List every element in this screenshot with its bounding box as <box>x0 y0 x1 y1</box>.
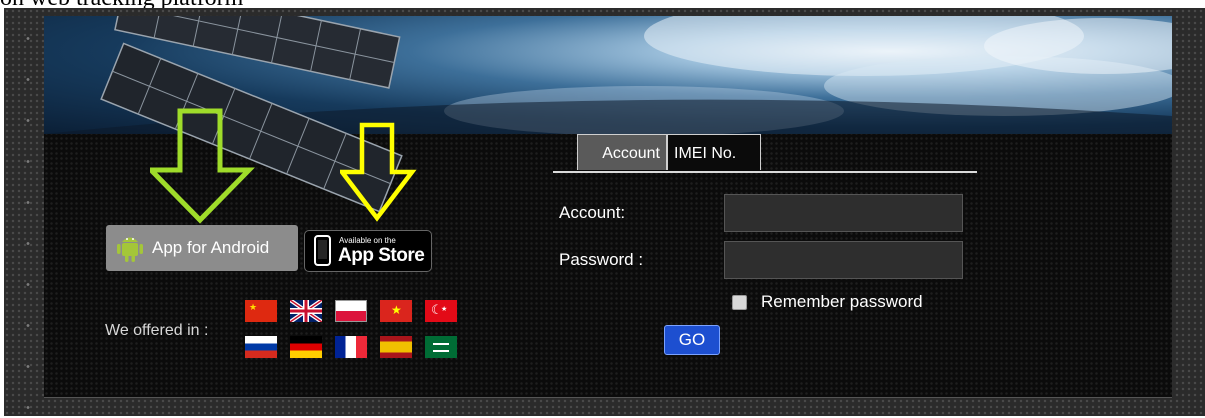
appstore-button[interactable]: Available on the App Store <box>304 230 432 272</box>
android-download-arrow-icon <box>150 108 255 224</box>
account-input[interactable] <box>724 194 963 232</box>
france-flag[interactable] <box>335 336 367 358</box>
android-app-button[interactable]: App for Android <box>106 225 298 271</box>
go-button[interactable]: GO <box>664 325 720 355</box>
china-flag[interactable]: ★ <box>245 300 277 322</box>
tabs-underline <box>553 171 977 173</box>
frame-rivets <box>24 18 32 418</box>
tab-account[interactable]: Account <box>577 134 667 170</box>
spain-flag[interactable] <box>380 336 412 358</box>
android-app-label: App for Android <box>152 238 270 257</box>
saudi-arabia-flag[interactable] <box>425 336 457 358</box>
languages-label: We offered in : <box>105 322 209 339</box>
remember-checkbox[interactable] <box>732 294 747 310</box>
password-label: Password : <box>559 250 644 269</box>
germany-flag[interactable] <box>290 336 322 358</box>
iphone-icon <box>314 235 331 266</box>
login-tabs: Account IMEI No. <box>577 134 761 171</box>
uk-flag[interactable] <box>290 300 322 322</box>
poland-flag[interactable] <box>335 300 367 322</box>
appstore-download-arrow-icon <box>340 122 417 222</box>
tab-imei[interactable]: IMEI No. <box>667 134 761 170</box>
android-robot-icon <box>117 237 143 262</box>
password-input[interactable] <box>724 241 963 279</box>
remember-password[interactable]: Remember password <box>732 292 923 312</box>
turkey-flag[interactable]: ☾ ★ <box>425 300 457 322</box>
russia-flag[interactable] <box>245 336 277 358</box>
remember-label: Remember password <box>761 292 923 311</box>
vietnam-flag[interactable]: ★ <box>380 300 412 322</box>
account-label: Account: <box>559 203 626 222</box>
appstore-big-label: App Store <box>338 245 425 266</box>
appstore-small-label: Available on the <box>339 236 396 245</box>
